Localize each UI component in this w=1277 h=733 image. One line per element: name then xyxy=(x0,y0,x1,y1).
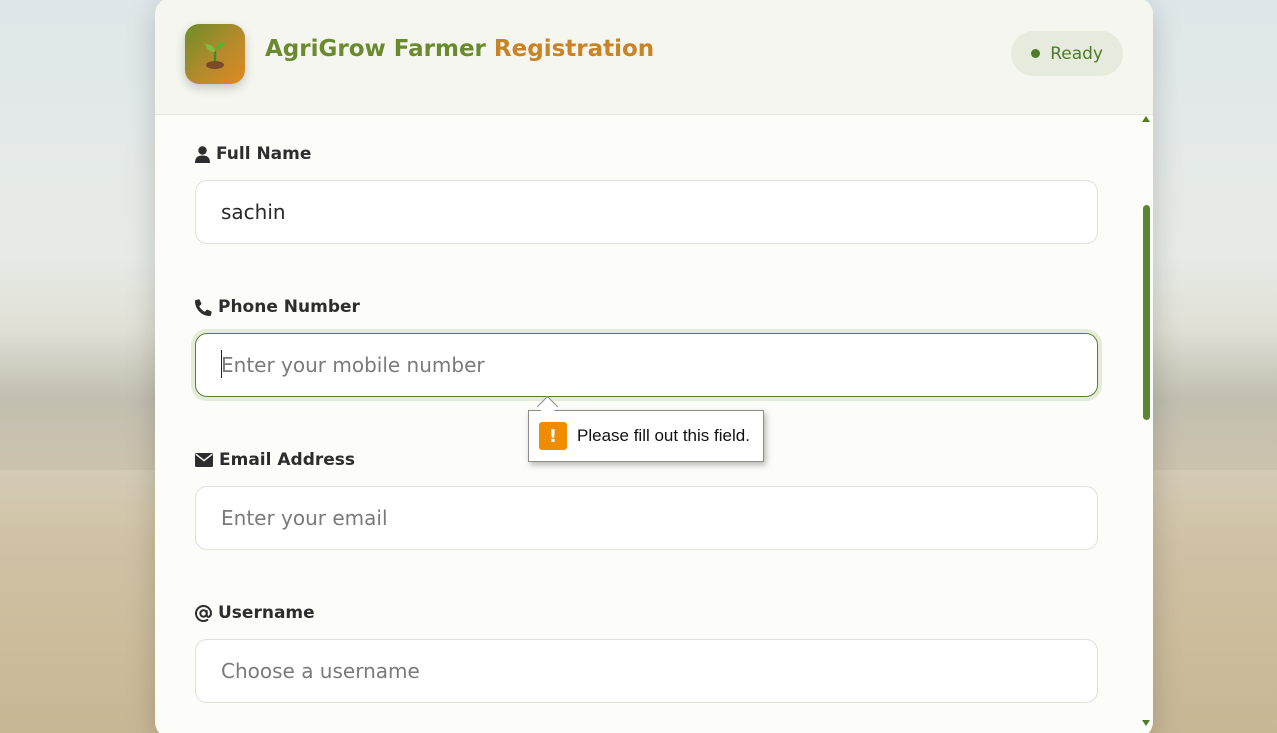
envelope-icon xyxy=(195,453,213,467)
email-label: Email Address xyxy=(195,450,355,470)
validation-tooltip: ! Please fill out this field. xyxy=(528,410,764,462)
card-header: AgriGrow Farmer Registration Ready xyxy=(155,0,1153,115)
validation-message: Please fill out this field. xyxy=(577,426,750,445)
registration-card: AgriGrow Farmer Registration Ready Full … xyxy=(155,0,1153,733)
phone-label-text: Phone Number xyxy=(218,297,360,317)
user-icon xyxy=(195,145,210,163)
at-icon xyxy=(195,604,212,622)
full-name-label: Full Name xyxy=(195,144,311,164)
status-text: Ready xyxy=(1050,43,1103,64)
phone-icon xyxy=(195,298,212,316)
text-caret xyxy=(221,350,222,378)
scroll-down-arrow-icon[interactable] xyxy=(1142,720,1150,726)
warning-icon: ! xyxy=(539,422,567,450)
seedling-icon xyxy=(185,24,245,84)
email-input[interactable] xyxy=(195,486,1098,550)
status-badge: Ready xyxy=(1011,31,1123,76)
full-name-input[interactable] xyxy=(195,180,1098,244)
username-label: Username xyxy=(195,603,315,623)
status-dot-icon xyxy=(1031,49,1041,58)
title-suffix: Registration xyxy=(493,36,655,62)
username-label-text: Username xyxy=(218,603,315,623)
page-title: AgriGrow Farmer Registration xyxy=(265,36,654,62)
full-name-label-text: Full Name xyxy=(216,144,312,164)
phone-label: Phone Number xyxy=(195,297,360,317)
email-label-text: Email Address xyxy=(219,450,356,470)
scrollbar-thumb[interactable] xyxy=(1143,205,1150,420)
title-brand: AgriGrow Farmer xyxy=(265,36,486,62)
scroll-up-arrow-icon[interactable] xyxy=(1142,116,1150,122)
phone-input[interactable] xyxy=(195,333,1098,397)
username-input[interactable] xyxy=(195,639,1098,703)
